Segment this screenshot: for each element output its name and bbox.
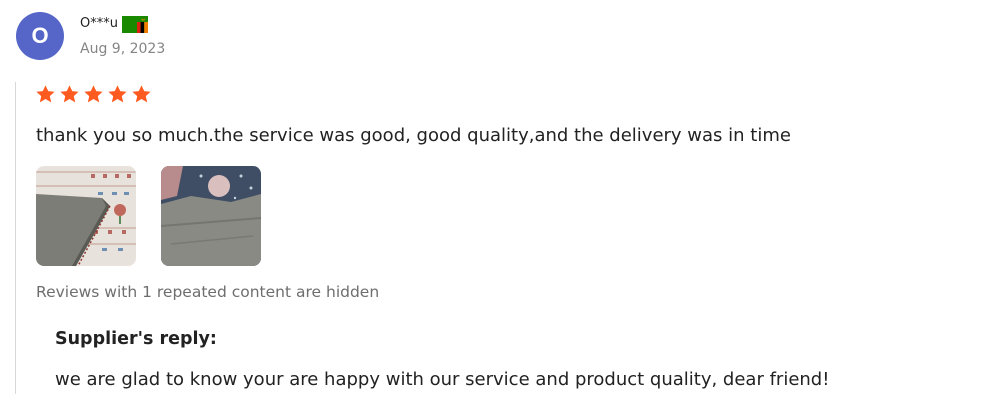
- review-photos: [36, 166, 261, 266]
- reviewer-name: O***u: [80, 16, 118, 31]
- reviewer-header: O***u: [80, 15, 148, 33]
- rating-stars: [35, 84, 152, 105]
- star-icon: [60, 85, 79, 103]
- review-date: Aug 9, 2023: [80, 41, 166, 57]
- zambia-flag-icon: [121, 15, 148, 33]
- review-photo-1[interactable]: [36, 166, 136, 266]
- supplier-reply-text: we are glad to know your are happy with …: [55, 369, 830, 390]
- review-text: thank you so much.the service was good, …: [36, 125, 791, 146]
- hidden-reviews-note: Reviews with 1 repeated content are hidd…: [36, 283, 380, 301]
- star-icon: [36, 85, 55, 103]
- star-icon: [84, 85, 103, 103]
- star-icon: [132, 85, 151, 103]
- review-photo-2[interactable]: [161, 166, 261, 266]
- supplier-reply-title: Supplier's reply:: [55, 329, 217, 349]
- star-icon: [108, 85, 127, 103]
- avatar[interactable]: O: [16, 12, 64, 60]
- thread-divider: [15, 82, 16, 394]
